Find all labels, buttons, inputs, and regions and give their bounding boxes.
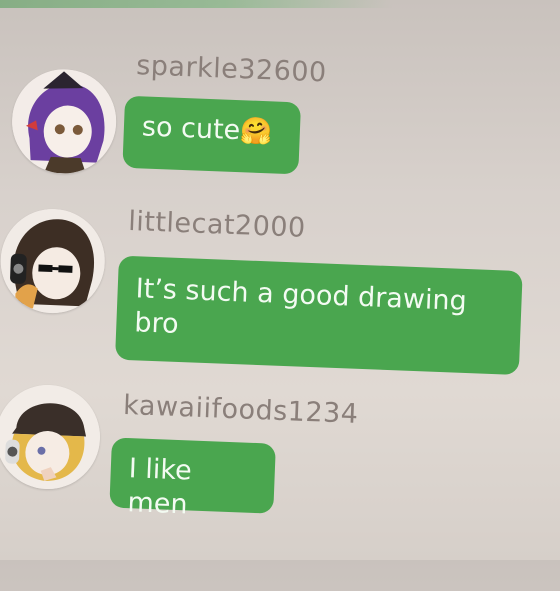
avatar[interactable] (0, 207, 107, 316)
headphones-character-avatar-icon (0, 207, 107, 316)
blonde-beanie-character-avatar-icon (0, 383, 102, 491)
username: littlecat2000 (127, 205, 307, 244)
avatar[interactable] (0, 383, 102, 491)
chat-screen: sparkle32600 so cute🤗 littlecat2000 It’s… (0, 0, 560, 591)
username: kawaiifoods1234 (122, 389, 359, 430)
message-text: so cute (141, 111, 241, 147)
message-bubble: so cute🤗 (122, 95, 302, 175)
message-bubble: I like men (109, 437, 276, 520)
hugging-face-icon: 🤗 (239, 116, 274, 148)
message-text: It’s such a good drawing bro (133, 273, 468, 340)
avatar[interactable] (10, 67, 119, 176)
username: sparkle32600 (135, 50, 328, 89)
purple-hair-character-avatar-icon (10, 67, 119, 176)
message-text: I like men (126, 453, 193, 521)
message-bubble: It’s such a good drawing bro (115, 255, 523, 376)
